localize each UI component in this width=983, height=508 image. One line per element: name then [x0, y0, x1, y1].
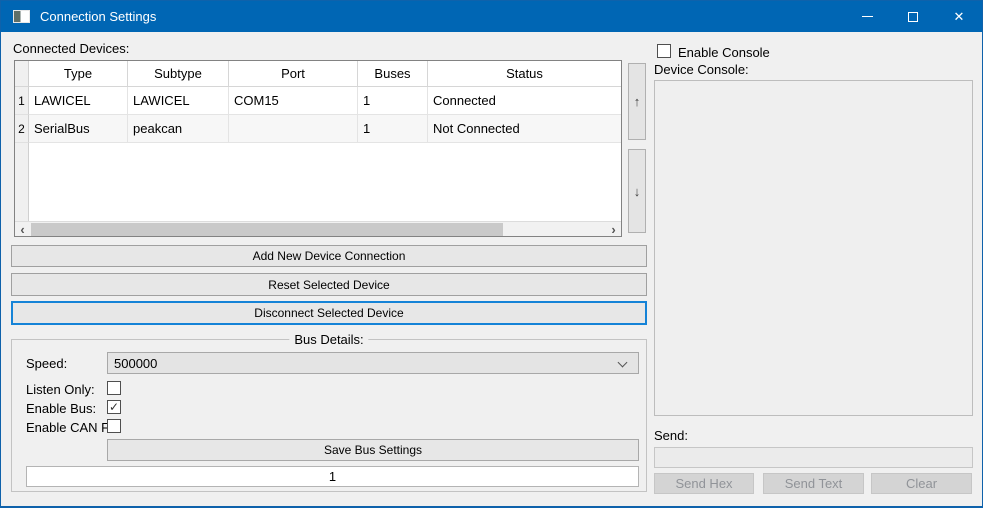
minimize-icon: [862, 16, 873, 17]
titlebar[interactable]: Connection Settings ✕: [1, 1, 982, 32]
table-empty-row-header-area: [15, 143, 29, 221]
row-header[interactable]: 1: [15, 87, 29, 115]
column-header-subtype[interactable]: Subtype: [128, 61, 229, 87]
maximize-icon: [908, 12, 918, 22]
down-arrow-icon: ↓: [634, 184, 641, 199]
check-icon: ✓: [109, 401, 119, 413]
cell-status[interactable]: Connected: [428, 87, 621, 115]
devices-table[interactable]: Type Subtype Port Buses Status 1 LAWICEL…: [14, 60, 622, 237]
close-icon: ✕: [954, 10, 965, 23]
cell-subtype[interactable]: LAWICEL: [128, 87, 229, 115]
column-header-buses[interactable]: Buses: [358, 61, 428, 87]
send-text-button[interactable]: Send Text: [763, 473, 864, 494]
horizontal-scrollbar-thumb[interactable]: [31, 223, 503, 236]
disconnect-selected-device-button[interactable]: Disconnect Selected Device: [11, 301, 647, 325]
device-console-output[interactable]: [654, 80, 973, 416]
connection-settings-dialog: Connection Settings ✕ Connected Devices:…: [0, 0, 983, 508]
listen-only-checkbox[interactable]: [107, 381, 121, 395]
scroll-right-icon[interactable]: ›: [606, 222, 621, 237]
enable-console-label: Enable Console: [678, 45, 770, 60]
horizontal-scrollbar[interactable]: ‹ ›: [15, 221, 621, 236]
column-header-type[interactable]: Type: [29, 61, 128, 87]
close-button[interactable]: ✕: [936, 1, 982, 32]
app-icon[interactable]: [13, 10, 30, 23]
table-row[interactable]: 1 LAWICEL LAWICEL COM15 1 Connected: [15, 87, 621, 115]
cell-port[interactable]: [229, 115, 358, 143]
cell-port[interactable]: COM15: [229, 87, 358, 115]
chevron-down-icon: [618, 358, 628, 368]
window-controls: ✕: [844, 1, 982, 32]
save-bus-settings-button[interactable]: Save Bus Settings: [107, 439, 639, 461]
reset-selected-device-button[interactable]: Reset Selected Device: [11, 273, 647, 296]
cell-type[interactable]: SerialBus: [29, 115, 128, 143]
minimize-button[interactable]: [844, 1, 890, 32]
up-arrow-icon: ↑: [634, 94, 641, 109]
bus-details-legend: Bus Details:: [289, 332, 368, 347]
table-header-row: Type Subtype Port Buses Status: [15, 61, 621, 87]
clear-button[interactable]: Clear: [871, 473, 972, 494]
row-header[interactable]: 2: [15, 115, 29, 143]
speed-combobox[interactable]: 500000: [107, 352, 639, 374]
connected-devices-label: Connected Devices:: [13, 41, 129, 56]
cell-buses[interactable]: 1: [358, 115, 428, 143]
cell-status[interactable]: Not Connected: [428, 115, 621, 143]
bus-number-field[interactable]: 1: [26, 466, 639, 487]
window-title: Connection Settings: [40, 9, 156, 24]
scroll-left-icon[interactable]: ‹: [15, 222, 30, 237]
table-corner-cell: [15, 61, 29, 87]
table-row[interactable]: 2 SerialBus peakcan 1 Not Connected: [15, 115, 621, 143]
speed-label: Speed:: [26, 356, 67, 371]
send-input[interactable]: [654, 447, 973, 468]
enable-bus-label: Enable Bus:: [26, 401, 96, 416]
cell-buses[interactable]: 1: [358, 87, 428, 115]
move-up-button[interactable]: ↑: [628, 63, 646, 140]
device-console-label: Device Console:: [654, 62, 749, 77]
column-header-status[interactable]: Status: [428, 61, 621, 87]
maximize-button[interactable]: [890, 1, 936, 32]
cell-subtype[interactable]: peakcan: [128, 115, 229, 143]
speed-value: 500000: [114, 356, 157, 371]
enable-bus-checkbox[interactable]: ✓: [107, 400, 121, 414]
cell-type[interactable]: LAWICEL: [29, 87, 128, 115]
column-header-port[interactable]: Port: [229, 61, 358, 87]
bus-details-group: Bus Details: Speed: 500000 Listen Only: …: [11, 339, 647, 492]
enable-can-fd-checkbox[interactable]: [107, 419, 121, 433]
enable-console-checkbox[interactable]: [657, 44, 671, 58]
send-hex-button[interactable]: Send Hex: [654, 473, 754, 494]
listen-only-label: Listen Only:: [26, 382, 95, 397]
table-empty-area: [29, 143, 621, 221]
send-label: Send:: [654, 428, 688, 443]
move-down-button[interactable]: ↓: [628, 149, 646, 233]
add-new-device-button[interactable]: Add New Device Connection: [11, 245, 647, 267]
